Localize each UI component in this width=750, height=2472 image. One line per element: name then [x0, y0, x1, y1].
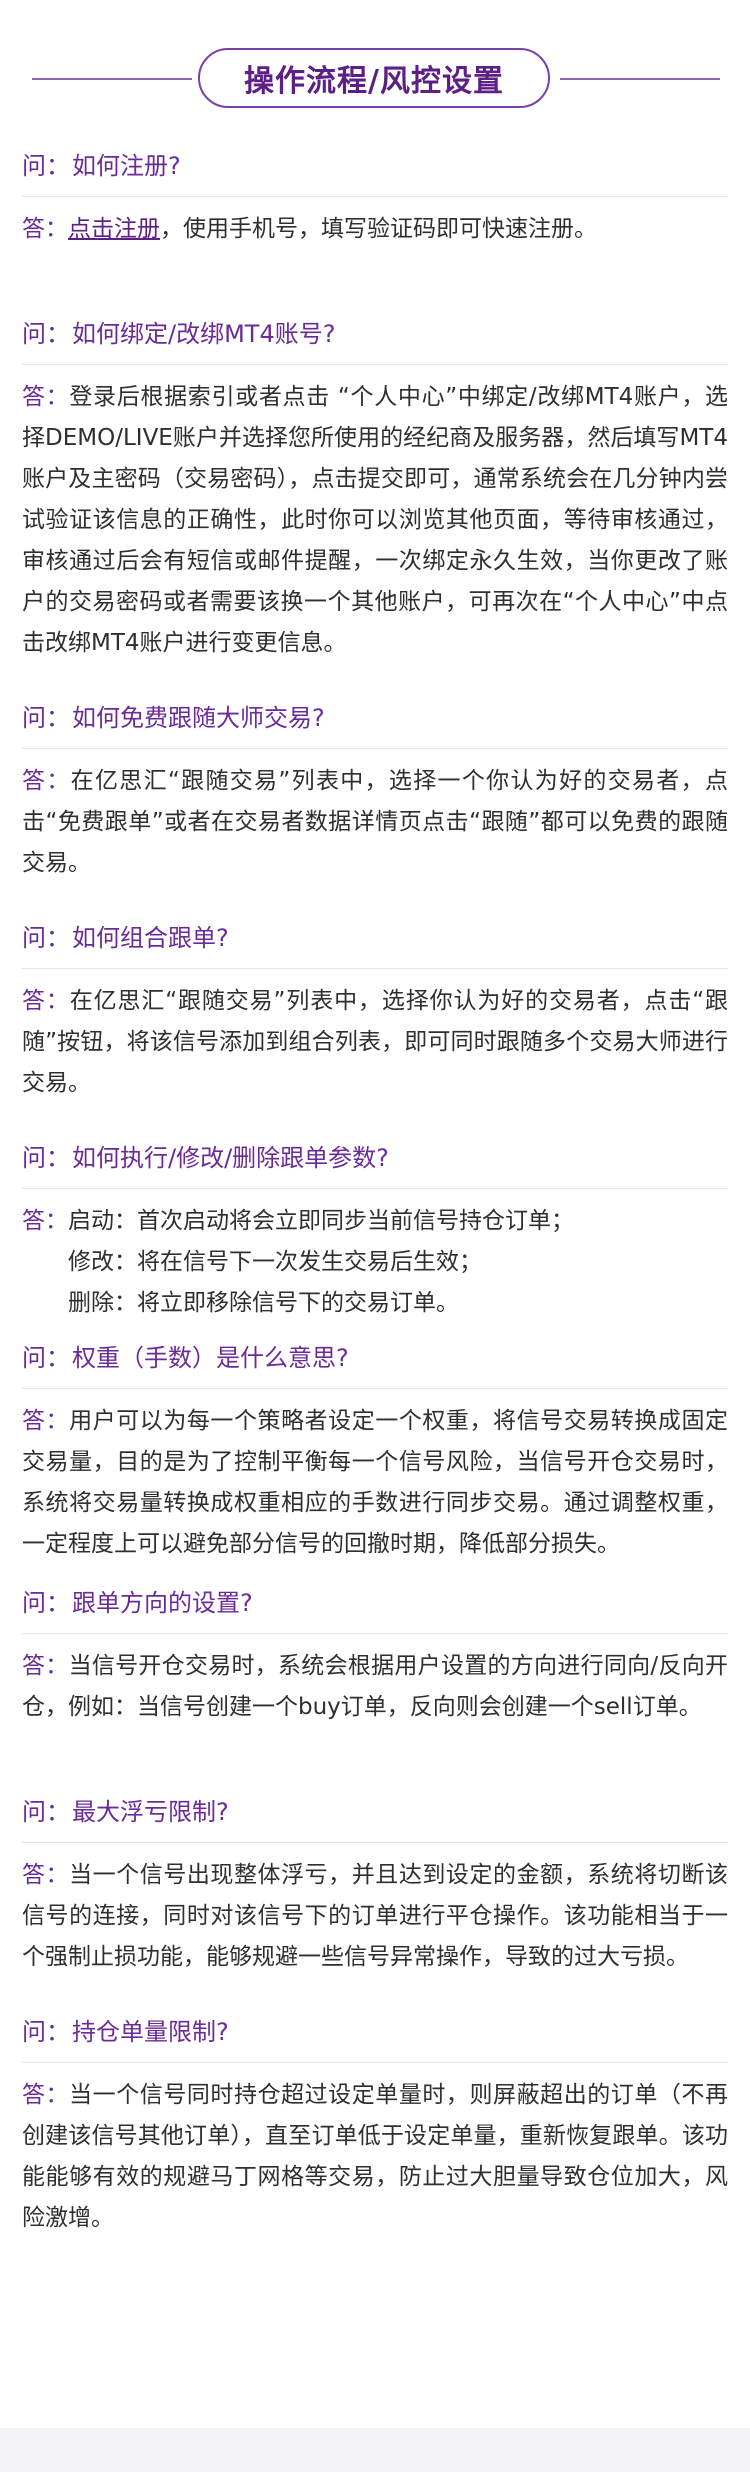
faq-answer: 答：在亿思汇“跟随交易”列表中，选择一个你认为好的交易者，点击“免费跟单”或者在… [22, 749, 728, 884]
answer-line: 答：启动：首次启动将会立即同步当前信号持仓订单； [22, 1201, 728, 1242]
answer-prefix: 答： [22, 988, 70, 1014]
faq-answer: 答：启动：首次启动将会立即同步当前信号持仓订单； 修改：将在信号下一次发生交易后… [22, 1189, 728, 1324]
question-text: 最大浮亏限制? [72, 1798, 229, 1826]
question-text: 跟单方向的设置? [72, 1589, 253, 1617]
answer-prefix: 答： [22, 1653, 69, 1679]
faq-item: 问：最大浮亏限制? 答：当一个信号出现整体浮亏，并且达到设定的金额，系统将切断该… [22, 1786, 728, 1978]
answer-line: 修改：将在信号下一次发生交易后生效； [68, 1249, 482, 1275]
question-text: 如何绑定/改绑MT4账号? [72, 320, 336, 348]
header-divider-left [32, 78, 192, 80]
question-text: 如何执行/修改/删除跟单参数? [72, 1144, 389, 1172]
question-text: 权重（手数）是什么意思? [72, 1344, 349, 1372]
faq-question: 问：跟单方向的设置? [22, 1577, 728, 1634]
faq-question: 问：如何组合跟单? [22, 912, 728, 969]
answer-text: 在亿思汇“跟随交易”列表中，选择你认为好的交易者，点击“跟 随”按钮，将该信号添… [22, 988, 728, 1096]
faq-question: 问：如何绑定/改绑MT4账号? [22, 308, 728, 365]
question-text: 持仓单量限制? [72, 2018, 229, 2046]
answer-text: ，使用手机号，填写验证码即可快速注册。 [160, 216, 597, 242]
question-prefix: 问： [22, 1589, 70, 1617]
faq-item: 问：如何组合跟单? 答：在亿思汇“跟随交易”列表中，选择你认为好的交易者，点击“… [22, 912, 728, 1104]
faq-item: 问：如何执行/修改/删除跟单参数? 答：启动：首次启动将会立即同步当前信号持仓订… [22, 1132, 728, 1324]
question-prefix: 问： [22, 1344, 70, 1372]
faq-question: 问：权重（手数）是什么意思? [22, 1332, 728, 1389]
faq-answer: 答：点击注册，使用手机号，填写验证码即可快速注册。 [22, 197, 728, 250]
faq-answer: 答：当一个信号出现整体浮亏，并且达到设定的金额，系统将切断该信号的连接，同时对该… [22, 1843, 728, 1978]
page-header: 操作流程/风控设置 [0, 0, 750, 130]
faq-question: 问：如何执行/修改/删除跟单参数? [22, 1132, 728, 1189]
faq-list: 问：如何注册? 答：点击注册，使用手机号，填写验证码即可快速注册。 问：如何绑定… [22, 140, 728, 2239]
page-footer-band [0, 2428, 750, 2472]
faq-page: 操作流程/风控设置 问：如何注册? 答：点击注册，使用手机号，填写验证码即可快速… [0, 0, 750, 2472]
header-divider-right [560, 78, 720, 80]
answer-text: 用户可以为每一个策略者设定一个权重，将信号交易转换成固定交易量，目的是为了控制平… [22, 1408, 729, 1557]
answer-prefix: 答： [22, 2082, 70, 2108]
question-prefix: 问： [22, 320, 70, 348]
answer-text: 登录后根据索引或者点击 “个人中心”中绑定/改绑MT4账户，选择DEMO/LIV… [22, 384, 728, 656]
answer-prefix: 答： [22, 384, 70, 410]
register-link[interactable]: 点击注册 [68, 216, 160, 242]
page-title: 操作流程/风控设置 [198, 48, 550, 108]
answer-text: 当一个信号出现整体浮亏，并且达到设定的金额，系统将切断该信号的连接，同时对该信号… [22, 1862, 729, 1970]
faq-question: 问：如何免费跟随大师交易? [22, 692, 728, 749]
answer-text: 当信号开仓交易时，系统会根据用户设置的方向进行同向/反向开仓，例如：当信号创建一… [22, 1653, 729, 1720]
question-prefix: 问： [22, 704, 70, 732]
faq-item: 问：如何注册? 答：点击注册，使用手机号，填写验证码即可快速注册。 [22, 140, 728, 250]
answer-prefix: 答： [22, 1408, 70, 1434]
question-prefix: 问： [22, 152, 70, 180]
question-prefix: 问： [22, 1798, 70, 1826]
faq-answer: 答：在亿思汇“跟随交易”列表中，选择你认为好的交易者，点击“跟 随”按钮，将该信… [22, 969, 728, 1104]
faq-question: 问：最大浮亏限制? [22, 1786, 728, 1843]
faq-item: 问：持仓单量限制? 答：当一个信号同时持仓超过设定单量时，则屏蔽超出的订单（不再… [22, 2006, 728, 2239]
faq-item: 问：如何免费跟随大师交易? 答：在亿思汇“跟随交易”列表中，选择一个你认为好的交… [22, 692, 728, 884]
answer-prefix: 答： [22, 768, 71, 794]
question-text: 如何免费跟随大师交易? [72, 704, 325, 732]
answer-text: 当一个信号同时持仓超过设定单量时，则屏蔽超出的订单（不再创建该信号其他订单），直… [22, 2082, 729, 2231]
answer-text: 启动：首次启动将会立即同步当前信号持仓订单； [68, 1208, 574, 1234]
question-text: 如何组合跟单? [72, 924, 229, 952]
question-text: 如何注册? [72, 152, 181, 180]
answer-text: 在亿思汇“跟随交易”列表中，选择一个你认为好的交易者，点击“免费跟单”或者在交易… [22, 768, 728, 876]
answer-prefix: 答： [22, 216, 68, 242]
answer-line: 删除：将立即移除信号下的交易订单。 [68, 1290, 459, 1316]
question-prefix: 问： [22, 1144, 70, 1172]
faq-question: 问：如何注册? [22, 140, 728, 197]
faq-answer: 答：用户可以为每一个策略者设定一个权重，将信号交易转换成固定交易量，目的是为了控… [22, 1389, 728, 1565]
answer-prefix: 答： [22, 1208, 68, 1234]
question-prefix: 问： [22, 2018, 70, 2046]
faq-answer: 答：登录后根据索引或者点击 “个人中心”中绑定/改绑MT4账户，选择DEMO/L… [22, 365, 728, 664]
faq-item: 问：如何绑定/改绑MT4账号? 答：登录后根据索引或者点击 “个人中心”中绑定/… [22, 308, 728, 664]
faq-answer: 答：当信号开仓交易时，系统会根据用户设置的方向进行同向/反向开仓，例如：当信号创… [22, 1634, 728, 1728]
faq-answer: 答：当一个信号同时持仓超过设定单量时，则屏蔽超出的订单（不再创建该信号其他订单）… [22, 2063, 728, 2239]
answer-prefix: 答： [22, 1862, 70, 1888]
question-prefix: 问： [22, 924, 70, 952]
faq-item: 问：跟单方向的设置? 答：当信号开仓交易时，系统会根据用户设置的方向进行同向/反… [22, 1577, 728, 1728]
faq-item: 问：权重（手数）是什么意思? 答：用户可以为每一个策略者设定一个权重，将信号交易… [22, 1332, 728, 1565]
faq-question: 问：持仓单量限制? [22, 2006, 728, 2063]
